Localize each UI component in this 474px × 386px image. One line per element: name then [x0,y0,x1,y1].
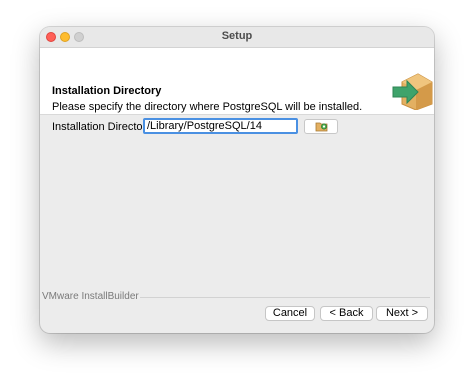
window-title: Setup [221,30,253,42]
page-title: Installation Directory [52,85,162,97]
folder-browse-icon [315,122,328,132]
directory-input[interactable] [143,118,298,134]
cancel-button[interactable]: Cancel [265,306,315,321]
setup-window: Setup Installation Directory Please spec… [40,27,434,333]
browse-button[interactable] [304,119,338,134]
title-bar[interactable]: Setup [40,27,434,48]
instructions-text: Please specify the directory where Postg… [52,101,363,113]
directory-label: Installation Directory [52,121,152,133]
back-button[interactable]: < Back [320,306,373,321]
installbuilder-brand: VMware InstallBuilder [42,291,139,302]
next-button[interactable]: Next > [376,306,428,321]
installer-box-arrow-icon [392,73,433,110]
footer-divider [140,297,430,298]
